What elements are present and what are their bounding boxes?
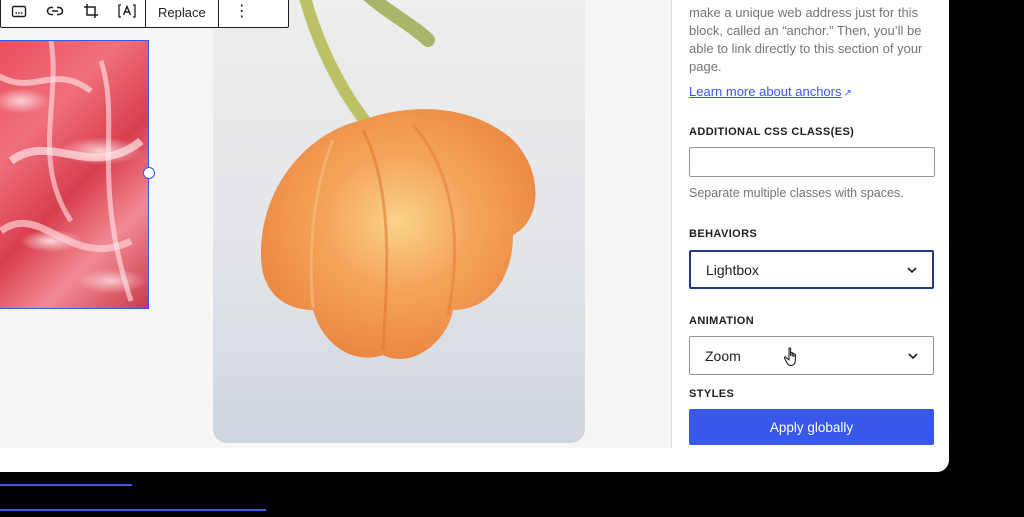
block-toolbar: Replace ⋮ [0, 0, 289, 28]
replace-button[interactable]: Replace [146, 0, 218, 20]
animation-label: ANIMATION [689, 315, 755, 327]
css-class-help: Separate multiple classes with spaces. [689, 186, 904, 200]
tulip-image[interactable] [213, 0, 585, 443]
css-class-label: ADDITIONAL CSS CLASS(ES) [689, 126, 855, 138]
image-resize-handle[interactable] [143, 167, 155, 179]
hand-cursor-icon [783, 347, 796, 367]
pink-flower-image[interactable] [0, 40, 149, 309]
link-icon[interactable] [37, 0, 73, 27]
caption-glyph [11, 5, 27, 18]
more-options-icon[interactable]: ⋮ [219, 0, 265, 27]
crop-icon[interactable] [73, 0, 109, 27]
learn-more-label: Learn more about anchors [689, 84, 842, 99]
progress-line-secondary [0, 509, 266, 511]
behaviors-value: Lightbox [706, 261, 759, 278]
css-class-input[interactable] [689, 147, 935, 177]
block-settings-sidebar: make a unique web address just for this … [671, 0, 949, 448]
link-glyph [46, 6, 64, 16]
tulip-graphic [260, 0, 536, 359]
animation-select[interactable]: Zoom [689, 336, 934, 375]
learn-more-anchors-link[interactable]: Learn more about anchors ↗ [689, 84, 852, 99]
crop-glyph [84, 4, 98, 18]
behaviors-select[interactable]: Lightbox [689, 250, 934, 289]
apply-globally-button[interactable]: Apply globally [689, 409, 934, 445]
editor-canvas: Replace ⋮ [0, 0, 671, 448]
animation-value: Zoom [705, 347, 741, 364]
external-link-icon: ↗ [843, 88, 852, 99]
editor-window: Replace ⋮ make a unique web address just… [0, 0, 949, 472]
progress-line [0, 484, 132, 486]
text-over-image-glyph [118, 4, 136, 18]
pink-petals-graphic [0, 41, 144, 302]
behaviors-label: BEHAVIORS [689, 228, 758, 240]
styles-label: STYLES [689, 388, 735, 400]
anchor-help-text: make a unique web address just for this … [689, 5, 923, 74]
text-over-image-icon[interactable] [109, 0, 145, 27]
caption-icon[interactable] [1, 0, 37, 27]
chevron-down-icon [908, 352, 918, 359]
chevron-down-icon [907, 266, 917, 273]
